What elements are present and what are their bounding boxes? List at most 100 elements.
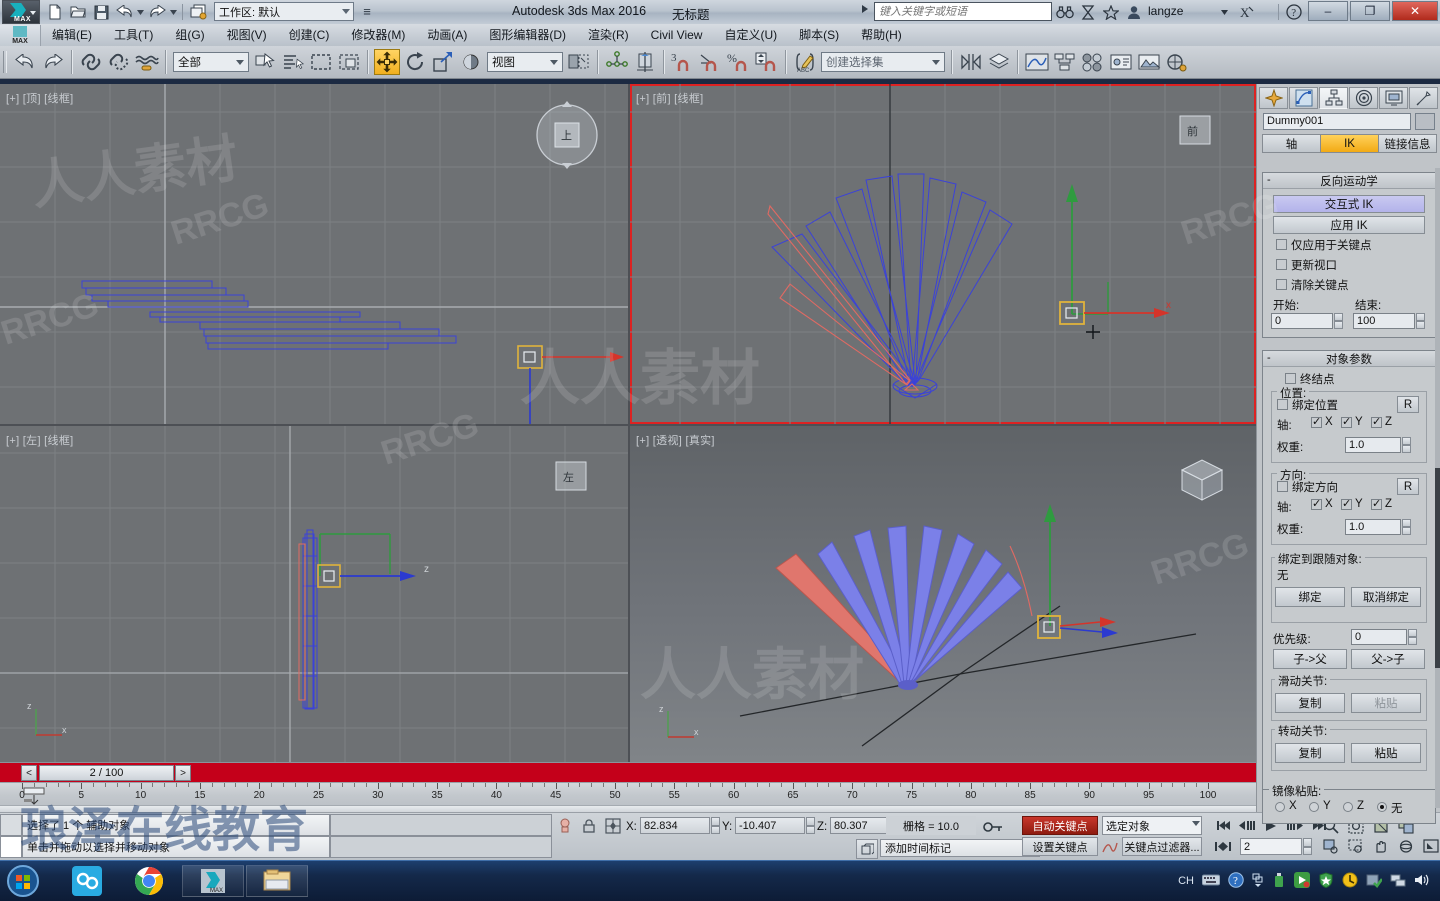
orientation-axis-x-checkbox[interactable] [1311,497,1322,510]
menu-item-animation[interactable]: 动画(A) [416,24,478,46]
menu-item-graph-editors[interactable]: 图形编辑器(D) [478,24,577,46]
menu-item-modifiers[interactable]: 修改器(M) [340,24,416,46]
coord-x-spinner[interactable] [711,817,720,834]
menu-item-civil-view[interactable]: Civil View [640,24,714,46]
workspace-combo[interactable]: 工作区: 默认 [214,2,354,21]
open-file-icon[interactable] [67,2,89,23]
bind-to-space-warp-icon[interactable] [134,49,160,75]
position-reset-button[interactable]: R [1397,396,1419,413]
render-production-icon[interactable] [1164,49,1190,75]
hourglass-icon[interactable] [1079,2,1097,22]
usb-icon[interactable] [1272,872,1286,891]
sliding-joints-copy-button[interactable]: 复制 [1275,693,1345,713]
zoom-region-icon[interactable] [1320,838,1342,855]
orientation-weight-spinner[interactable] [1402,519,1411,535]
viewcube-top[interactable]: 上 [530,98,604,172]
selection-list-combo[interactable]: 选定对象 [1102,816,1202,835]
key-toggle-icon[interactable] [982,817,1004,837]
save-file-icon[interactable] [90,2,112,23]
orientation-reset-button[interactable]: R [1397,478,1419,495]
network-icon[interactable] [1390,873,1406,890]
select-object-icon[interactable] [252,49,278,75]
key-mode-icon[interactable] [856,839,878,859]
viewport-left-label[interactable]: [+] [左] [线框] [6,432,73,448]
unlink-selection-icon[interactable] [106,49,132,75]
utilities-tab-icon[interactable] [1409,87,1438,109]
undo-dropdown-icon[interactable] [136,4,145,20]
track-bar[interactable]: 0 5 10 15 20 25 30 35 40 45 50 55 60 65 70 75 80 85 90 95 10… [0,782,1256,814]
curve-editor-icon[interactable] [1024,49,1050,75]
viewcube-perspective[interactable] [1168,448,1234,513]
help-icon[interactable]: ? [1285,2,1303,22]
application-menu-button[interactable]: MAX [2,0,40,24]
menu-item-customize[interactable]: 自定义(U) [713,24,788,46]
window-crossing-toggle-icon[interactable] [336,49,362,75]
check-icon[interactable] [1366,872,1384,891]
terminator-checkbox[interactable] [1285,373,1296,384]
account-name[interactable]: langze [1148,4,1183,18]
current-frame-input[interactable]: 2 [1240,838,1302,855]
menu-item-group[interactable]: 组(G) [164,24,215,46]
coord-y-spinner[interactable] [806,817,815,834]
spinner-snap-icon[interactable] [754,49,780,75]
orientation-weight-field[interactable]: 1.0 [1345,519,1401,535]
apply-ik-button[interactable]: 应用 IK [1273,216,1425,234]
select-and-rotate-icon[interactable] [402,49,428,75]
precedence-field[interactable]: 0 [1351,629,1407,645]
viewport-perspective-label[interactable]: [+] [透视] [真实] [636,432,715,448]
selection-lock-icon[interactable] [580,817,598,835]
rotational-joints-copy-button[interactable]: 复制 [1275,743,1345,763]
previous-frame-button[interactable]: < [21,765,37,781]
viewport-top-label[interactable]: [+] [顶] [线框] [6,90,73,106]
reference-coordinate-combo[interactable]: 视图 [487,52,563,72]
search-binoculars-icon[interactable] [1056,2,1074,22]
set-key-button[interactable]: 设置关键点 [1022,837,1098,856]
use-pivot-point-center-icon[interactable] [566,49,592,75]
mirror-paste-none-radio[interactable] [1377,802,1387,812]
close-button[interactable]: ✕ [1392,1,1438,21]
rectangular-selection-region-icon[interactable] [308,49,334,75]
key-filters-button[interactable]: 关键点过滤器... [1122,837,1202,856]
undo-icon[interactable] [113,2,135,23]
favorites-star-icon[interactable] [1102,2,1120,22]
3dsmax-icon[interactable]: MAX [182,865,244,897]
ik-end-field[interactable]: 100 [1353,313,1415,329]
orbit-icon[interactable] [1395,838,1417,855]
menu-item-rendering[interactable]: 渲染(R) [577,24,640,46]
exchange-app-icon[interactable]: X [1238,2,1256,22]
viewport-left[interactable]: [+] [左] [线框] z z x 左 [0,426,628,762]
menu-item-edit[interactable]: 编辑(E) [41,24,103,46]
mirror-paste-z-radio[interactable] [1343,802,1353,812]
menu-item-help[interactable]: 帮助(H) [850,24,913,46]
use-center-flyout-icon[interactable] [458,49,484,75]
motion-tab-icon[interactable] [1349,87,1378,109]
set-key-curve-icon[interactable] [1100,837,1120,856]
help-icon[interactable]: ? [1228,871,1244,891]
field-of-view-icon[interactable] [1345,838,1367,855]
add-time-tag-button[interactable]: 添加时间标记 [880,839,1040,857]
position-axis-x-checkbox[interactable] [1311,415,1322,428]
search-expand-icon[interactable] [862,5,868,13]
command-panel-scrollbar-thumb[interactable] [1435,468,1440,668]
command-panel-scrollbar[interactable] [1435,168,1440,808]
user-avatar-icon[interactable] [1125,2,1143,22]
maximize-viewport-icon[interactable] [1420,838,1440,855]
next-frame-button[interactable]: > [175,765,191,781]
select-and-scale-icon[interactable] [430,49,456,75]
child-to-parent-button[interactable]: 子->父 [1273,649,1347,669]
viewport-top[interactable]: [+] [顶] [线框] 上 [0,84,628,424]
pan-view-icon[interactable] [1370,838,1392,855]
layer-manager-icon[interactable] [986,49,1012,75]
clear-keys-checkbox[interactable] [1276,279,1287,290]
keyboard-icon[interactable] [1201,874,1221,889]
ik-start-spinner[interactable] [1334,313,1343,329]
tab-pivot[interactable]: 轴 [1262,134,1321,153]
position-axis-y-checkbox[interactable] [1341,415,1352,428]
undo-icon[interactable] [12,49,38,75]
mirror-icon[interactable] [604,49,630,75]
mirror-paste-x-radio[interactable] [1275,802,1285,812]
select-and-move-icon[interactable] [374,49,400,75]
redo-icon[interactable] [40,49,66,75]
selection-filter-combo[interactable]: 全部 [173,52,249,72]
mirror-paste-y-radio[interactable] [1309,802,1319,812]
